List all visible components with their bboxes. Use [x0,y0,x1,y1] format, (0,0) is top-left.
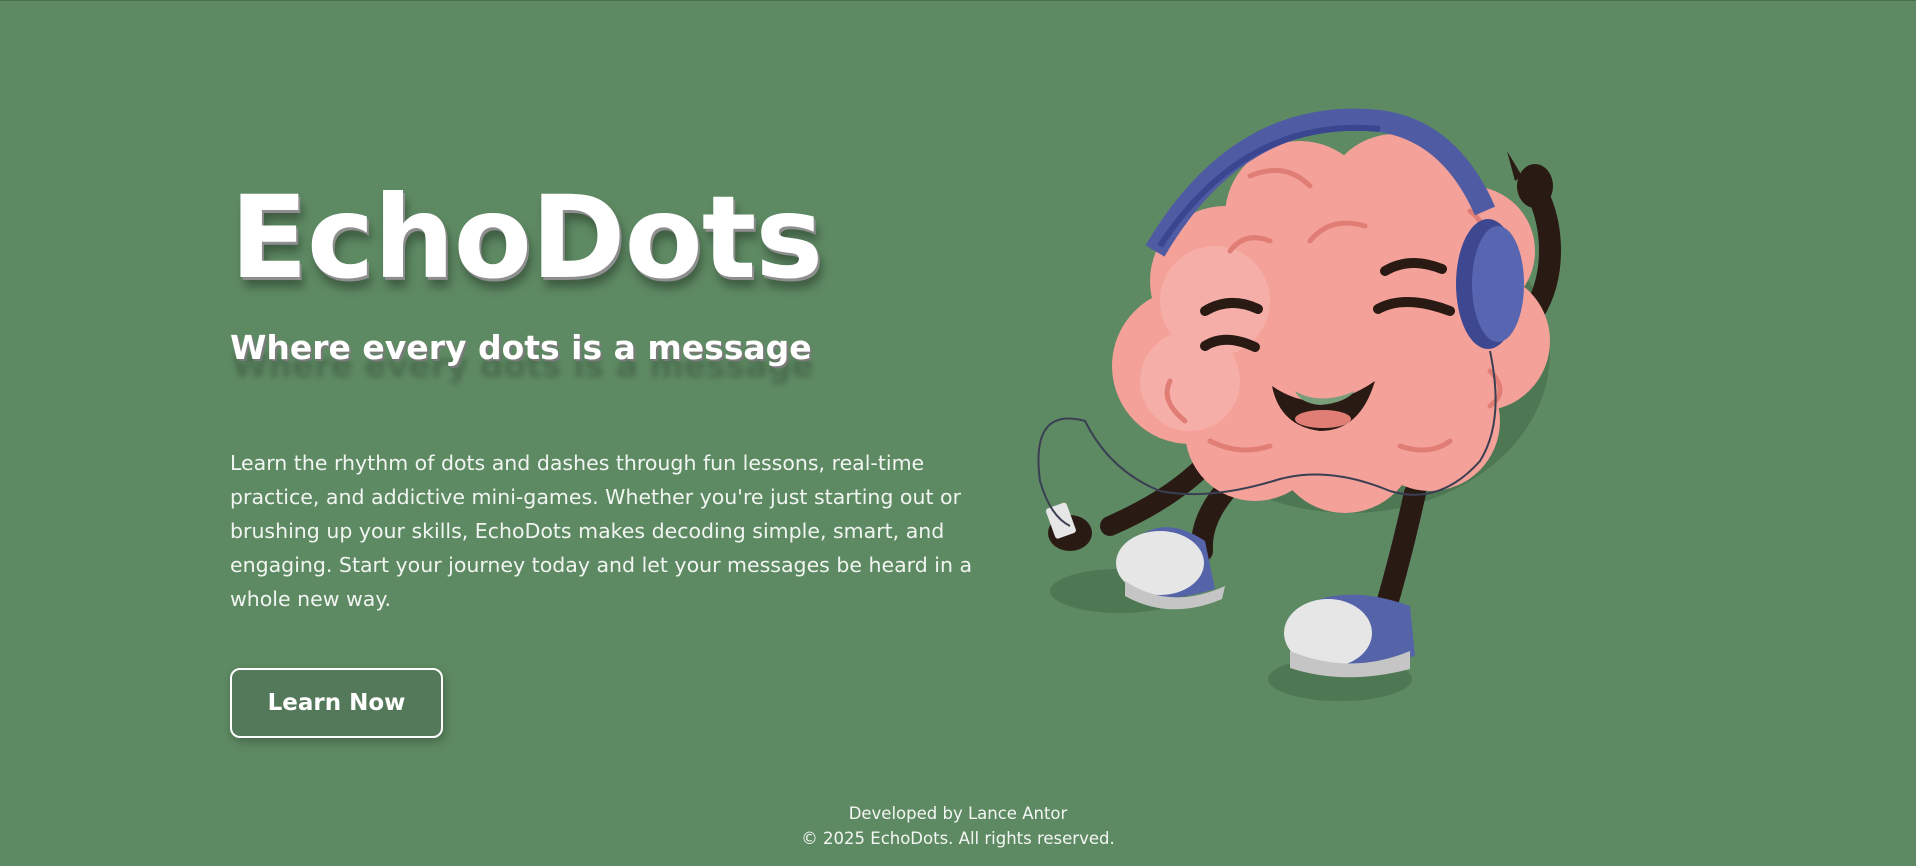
hero-title: EchoDots [230,171,823,304]
brain-mascot-icon [1010,101,1710,741]
copyright-text: © 2025 EchoDots. All rights reserved. [801,829,1115,848]
footer: Developed by Lance Antor © 2025 EchoDots… [0,801,1916,851]
learn-now-button[interactable]: Learn Now [230,668,443,738]
developer-credit: Developed by Lance Antor [848,804,1068,823]
hero-description: Learn the rhythm of dots and dashes thro… [230,451,973,611]
hero-section: EchoDots Where every dots is a message L… [230,181,990,738]
landing-page: EchoDots Where every dots is a message L… [0,0,1916,866]
hero-subtitle: Where every dots is a message [230,328,812,367]
